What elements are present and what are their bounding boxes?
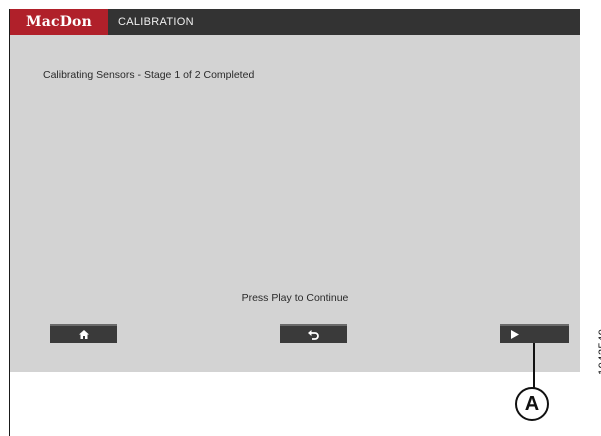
title-bar: MacDon CALIBRATION	[10, 9, 580, 35]
back-button[interactable]	[280, 324, 347, 343]
back-icon	[308, 329, 319, 340]
home-button[interactable]	[50, 324, 117, 343]
play-button[interactable]	[500, 324, 569, 343]
figure-number: 1042540	[597, 328, 601, 375]
page-title: CALIBRATION	[118, 16, 194, 28]
display-screen: MacDon CALIBRATION Calibrating Sensors -…	[10, 9, 580, 372]
brand-logo: MacDon	[10, 9, 108, 35]
callout-marker: A	[515, 387, 549, 421]
play-icon	[511, 330, 519, 339]
calibration-status-text: Calibrating Sensors - Stage 1 of 2 Compl…	[43, 69, 255, 81]
figure-page: MacDon CALIBRATION Calibrating Sensors -…	[0, 0, 601, 436]
callout-leader-line	[533, 343, 535, 389]
continue-prompt-text: Press Play to Continue	[241, 292, 349, 304]
home-icon	[78, 330, 89, 339]
